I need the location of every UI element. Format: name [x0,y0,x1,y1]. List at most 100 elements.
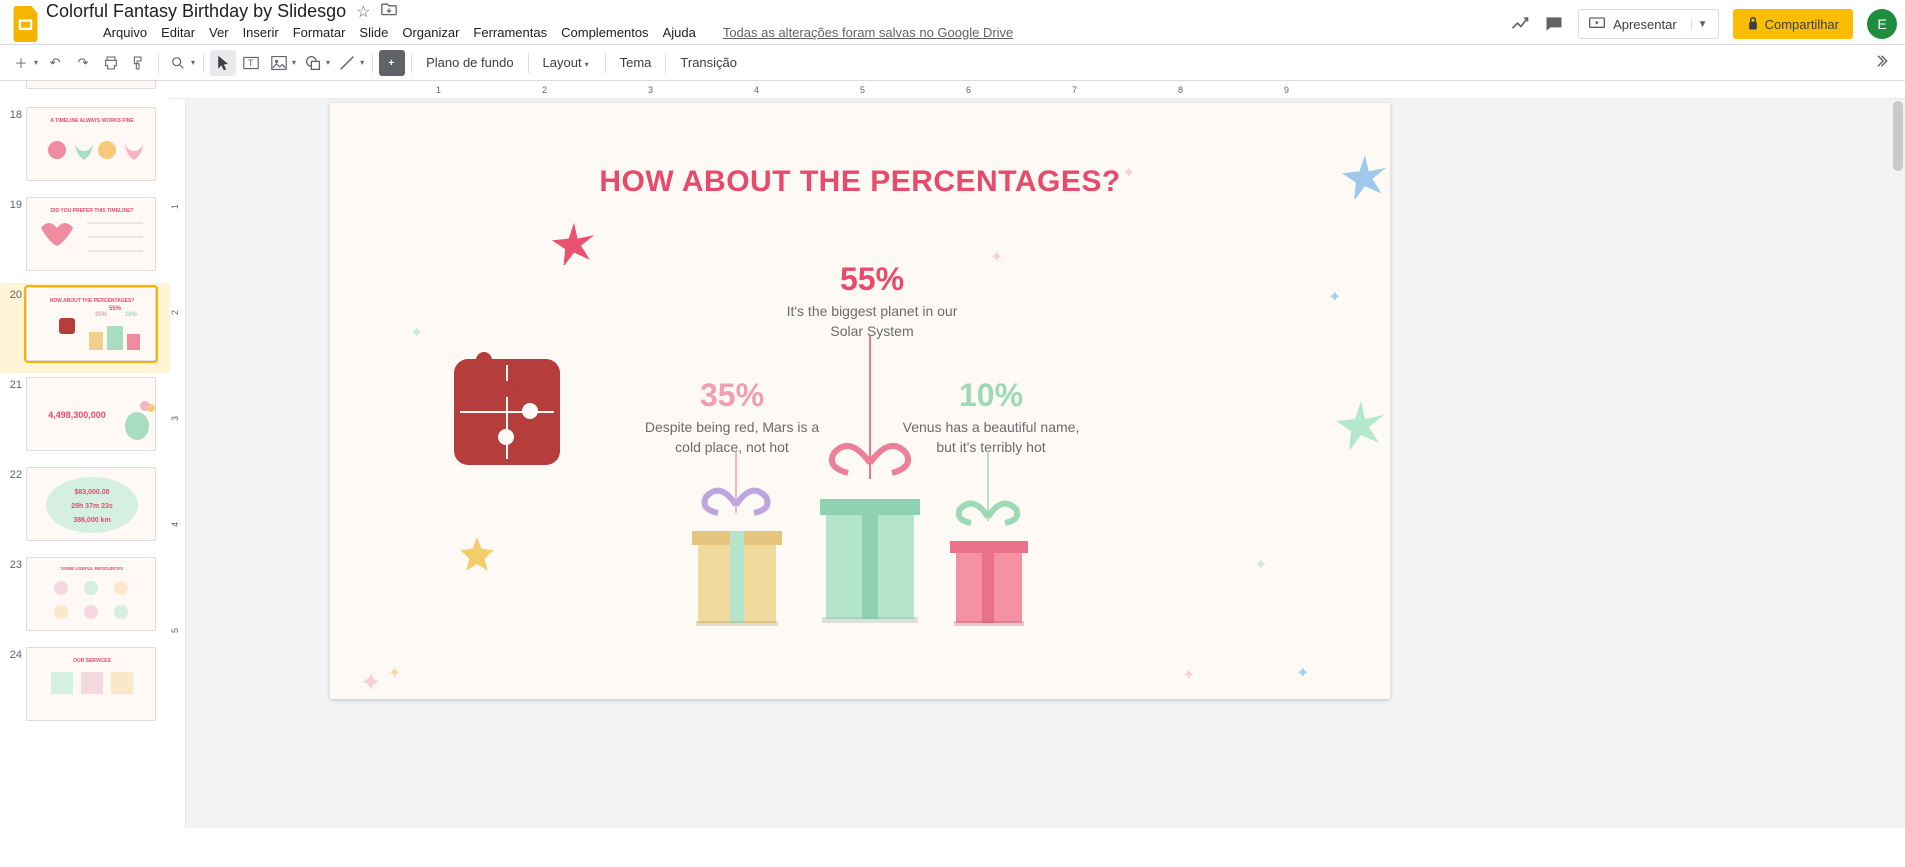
present-dropdown-icon[interactable]: ▼ [1691,19,1708,30]
dropdown-icon[interactable]: ▾ [292,58,296,67]
ruler-tick: 8 [1178,85,1183,95]
menu-inserir[interactable]: Inserir [236,22,286,43]
svg-text:4: 4 [170,522,180,527]
stat-desc: It's the biggest planet in our Solar Sys… [772,302,972,341]
stat-value: 55% [772,261,972,298]
present-button[interactable]: Apresentar ▼ [1578,9,1719,39]
print-button[interactable] [98,50,124,76]
menu-editar[interactable]: Editar [154,22,202,43]
sparkle-icon: ✦ [1182,665,1195,685]
stat-value: 10% [896,377,1086,414]
slides-logo[interactable] [8,5,46,43]
menu-complementos[interactable]: Complementos [554,22,655,43]
svg-text:10%: 10% [125,312,138,318]
dropdown-icon[interactable]: ▾ [191,58,195,67]
svg-text:+: + [389,57,395,68]
explore-icon[interactable] [1510,14,1530,34]
sparkle-icon: ✦ [1296,663,1309,683]
slide-title[interactable]: HOW ABOUT THE PERCENTAGES? [330,165,1390,199]
undo-button[interactable]: ↶ [42,50,68,76]
select-tool[interactable] [210,50,236,76]
thumb-23[interactable]: SOME USEFUL RESOURCES [26,557,156,631]
sparkle-icon: ✦ [1328,287,1341,307]
menu-ver[interactable]: Ver [202,22,236,43]
svg-text:A TIMELINE ALWAYS WORKS FINE: A TIMELINE ALWAYS WORKS FINE [50,118,134,124]
toolbar: ＋▾ ↶ ↷ ▾ T ▾ ▾ ▾ + Plano de fundo Layout… [0,45,1905,81]
new-slide-button[interactable]: ＋ [8,50,34,76]
image-tool[interactable] [266,50,292,76]
ruler-tick: 9 [1284,85,1289,95]
dropdown-icon[interactable]: ▾ [34,58,38,67]
scrollbar-thumb[interactable] [1893,101,1903,171]
svg-text:4,498,300,000: 4,498,300,000 [48,410,106,420]
menu-ajuda[interactable]: Ajuda [656,22,703,43]
svg-text:29h 37m 23s: 29h 37m 23s [71,503,113,510]
star-icon [1336,399,1386,449]
svg-text:1: 1 [170,204,180,209]
expand-panel-icon[interactable] [1877,54,1897,71]
svg-text:55%: 55% [109,306,122,312]
menu-slide[interactable]: Slide [352,22,395,43]
text-box-tool[interactable]: T [238,50,264,76]
background-button[interactable]: Plano de fundo [418,55,521,70]
thumb-number: 19 [4,197,22,211]
horizontal-ruler: 1 2 3 4 5 6 7 8 9 [170,81,1905,99]
dropdown-icon[interactable]: ▾ [360,58,364,67]
star-icon [552,221,596,265]
thumb-18[interactable]: A TIMELINE ALWAYS WORKS FINE [26,107,156,181]
slide[interactable]: HOW ABOUT THE PERCENTAGES? ✦ ✦ ✦ ✦ ✦ ✦ ✦… [330,103,1390,699]
svg-text:T: T [248,58,254,69]
layout-button[interactable]: Layout▾ [535,55,599,70]
thumb-number: 24 [4,647,22,661]
canvas[interactable]: 1 2 3 4 5 6 7 8 9 12345 HOW ABOUT THE PE… [170,81,1905,828]
thumb-19[interactable]: DID YOU PREFER THIS TIMELINE? [26,197,156,271]
save-status[interactable]: Todas as alterações foram salvas no Goog… [723,25,1013,40]
thumb-22[interactable]: $83,000.0029h 37m 23s386,000 km [26,467,156,541]
sparkle-icon: ✦ [388,663,401,683]
star-icon[interactable]: ☆ [356,2,370,22]
svg-text:35%: 35% [95,312,108,318]
thumb-20[interactable]: HOW ABOUT THE PERCENTAGES? 35%55%10% [26,287,156,361]
thumb-number: 22 [4,467,22,481]
vertical-ruler: 12345 [170,99,186,828]
doc-title[interactable]: Colorful Fantasy Birthday by Slidesgo [46,1,346,22]
avatar[interactable]: E [1867,9,1897,39]
ruler-tick: 1 [436,85,441,95]
paint-format-button[interactable] [126,50,152,76]
star-icon [458,535,496,573]
svg-text:386,000 km: 386,000 km [73,517,110,524]
zoom-button[interactable] [165,50,191,76]
svg-text:SOME USEFUL RESOURCES: SOME USEFUL RESOURCES [61,566,123,571]
menu-organizar[interactable]: Organizar [395,22,466,43]
filmstrip[interactable]: 18 A TIMELINE ALWAYS WORKS FINE 19 DID Y… [0,81,170,828]
ruler-tick: 2 [542,85,547,95]
puzzle-icon[interactable] [454,359,560,465]
svg-text:DID YOU PREFER THIS TIMELINE?: DID YOU PREFER THIS TIMELINE? [51,208,134,214]
svg-text:OUR SERVICES: OUR SERVICES [73,658,111,664]
menu-formatar[interactable]: Formatar [286,22,353,43]
dropdown-icon[interactable]: ▾ [326,58,330,67]
share-button[interactable]: Compartilhar [1733,9,1853,39]
thumb-number: 21 [4,377,22,391]
thumb-21[interactable]: 4,498,300,000 [26,377,156,451]
svg-text:HOW ABOUT THE PERCENTAGES?: HOW ABOUT THE PERCENTAGES? [50,298,135,304]
transition-button[interactable]: Transição [672,55,745,70]
menu-ferramentas[interactable]: Ferramentas [466,22,554,43]
menu-arquivo[interactable]: Arquivo [96,22,154,43]
redo-button[interactable]: ↷ [70,50,96,76]
thumb-24[interactable]: OUR SERVICES [26,647,156,721]
sparkle-icon: ✦ [1122,163,1135,183]
line-tool[interactable] [334,50,360,76]
comment-tool[interactable]: + [379,50,405,76]
comments-icon[interactable] [1544,14,1564,34]
gifts[interactable] [670,423,1070,643]
thumb-number: 23 [4,557,22,571]
shape-tool[interactable] [300,50,326,76]
stat-55[interactable]: 55% It's the biggest planet in our Solar… [772,261,972,341]
ruler-tick: 5 [860,85,865,95]
theme-button[interactable]: Tema [612,55,660,70]
sparkle-icon: ✦ [990,247,1003,267]
move-icon[interactable] [381,2,397,21]
scrollbar[interactable] [1891,99,1905,828]
thumb-17[interactable] [26,81,156,89]
